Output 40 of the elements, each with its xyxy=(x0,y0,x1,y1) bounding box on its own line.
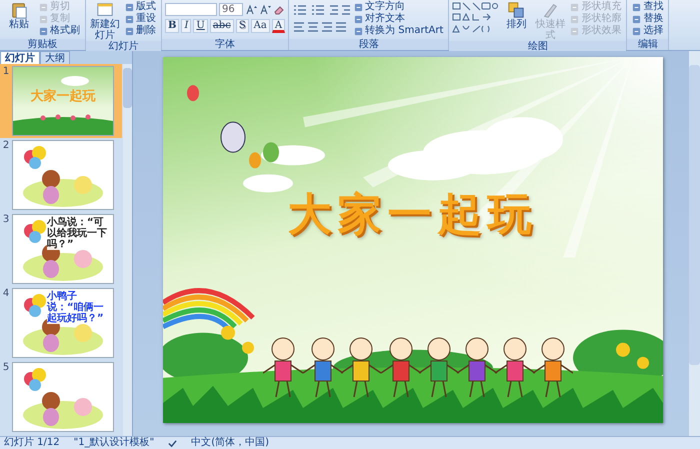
format-painter-button[interactable]: 格式刷 xyxy=(37,25,82,37)
font-style-button[interactable]: Aa xyxy=(250,19,270,33)
theme-name: "1_默认设计模板" xyxy=(74,437,154,449)
panel-tab[interactable]: 幻灯片 xyxy=(0,51,40,64)
slide-number: 4 xyxy=(2,288,10,301)
delete-button[interactable]: 删除 xyxy=(123,25,158,37)
font-style-button[interactable]: U xyxy=(193,19,208,33)
slide-count: 幻灯片 1/12 xyxy=(4,437,60,449)
font-style-button[interactable]: A xyxy=(272,19,286,33)
group-label: 幻灯片 xyxy=(86,41,161,52)
font-style-button[interactable]: S xyxy=(236,19,249,33)
find-button[interactable]: 查找 xyxy=(630,1,666,13)
select-button[interactable]: 选择 xyxy=(630,25,666,37)
group-label: 字体 xyxy=(162,39,288,50)
group-label: 编辑 xyxy=(627,39,668,50)
slide-number: 5 xyxy=(2,362,10,375)
font-size-field[interactable]: 96 xyxy=(219,3,243,16)
smartart-button[interactable]: 转换为 SmartArt xyxy=(352,25,446,37)
group-label: 段落 xyxy=(289,39,448,50)
arrange-button[interactable]: 排列 xyxy=(500,1,532,30)
slide-title: 大家一起玩 xyxy=(286,188,538,242)
replace-button[interactable]: 替换 xyxy=(630,13,666,25)
slide-number: 3 xyxy=(2,214,10,227)
font-style-button[interactable]: I xyxy=(181,19,192,33)
layout-button[interactable]: 版式 xyxy=(123,1,158,13)
align-text-button[interactable]: 对齐文本 xyxy=(352,13,446,25)
text-direction-button[interactable]: 文字方向 xyxy=(352,1,446,13)
font-style-button[interactable]: abc xyxy=(210,19,234,33)
slide-title: 大家一起玩 xyxy=(30,88,96,105)
slide-number: 2 xyxy=(2,140,10,153)
panel-tab[interactable]: 大纲 xyxy=(40,51,70,64)
language-label: 中文(简体，中国) xyxy=(191,437,270,449)
paste-button[interactable]: 粘贴 xyxy=(3,1,35,30)
group-label: 剪贴板 xyxy=(0,39,85,50)
slide-number: 1 xyxy=(2,66,10,79)
font-style-button[interactable]: B xyxy=(165,19,180,33)
group-label: 绘图 xyxy=(449,41,626,52)
reset-button[interactable]: 重设 xyxy=(123,13,158,25)
slide-thumbnail-row[interactable]: 1 大家一起玩 xyxy=(0,64,122,138)
new-slide-button[interactable]: 新建幻灯片 xyxy=(89,1,121,41)
